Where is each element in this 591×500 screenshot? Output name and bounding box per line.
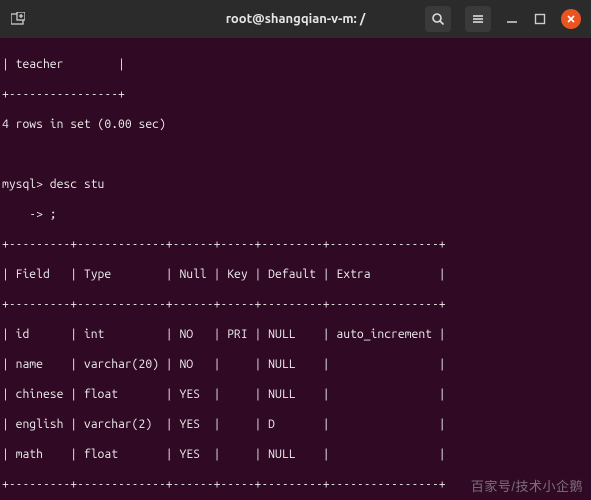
prompt-line: -> ; (2, 207, 585, 222)
menu-button[interactable] (465, 6, 491, 32)
table-row: | name | varchar(20) | NO | | NULL | | (2, 357, 585, 372)
output-line: +----------------+ (2, 87, 585, 102)
table-border: +---------+-------------+------+-----+--… (2, 237, 585, 252)
close-button[interactable] (561, 9, 581, 29)
maximize-button[interactable] (533, 12, 547, 26)
table-border: +---------+-------------+------+-----+--… (2, 477, 585, 492)
titlebar: root@shangqian-v-m: / (0, 0, 591, 38)
output-line: 4 rows in set (0.00 sec) (2, 117, 585, 132)
table-row: | id | int | NO | PRI | NULL | auto_incr… (2, 327, 585, 342)
table-row: | math | float | YES | | NULL | | (2, 447, 585, 462)
table-header: | Field | Type | Null | Key | Default | … (2, 267, 585, 282)
terminal-body[interactable]: | teacher | +----------------+ 4 rows in… (0, 38, 591, 500)
output-line: | teacher | (2, 57, 585, 72)
blank-line (2, 147, 585, 162)
terminal-window: root@shangqian-v-m: / | teacher | +-----… (0, 0, 591, 500)
table-border: +---------+-------------+------+-----+--… (2, 297, 585, 312)
prompt-line: mysql> desc stu (2, 177, 585, 192)
minimize-button[interactable] (505, 12, 519, 26)
table-row: | chinese | float | YES | | NULL | | (2, 387, 585, 402)
titlebar-left (0, 11, 26, 27)
new-tab-icon[interactable] (10, 11, 26, 27)
titlebar-right (425, 6, 591, 32)
search-button[interactable] (425, 6, 451, 32)
table-row: | english | varchar(2) | YES | | D | | (2, 417, 585, 432)
